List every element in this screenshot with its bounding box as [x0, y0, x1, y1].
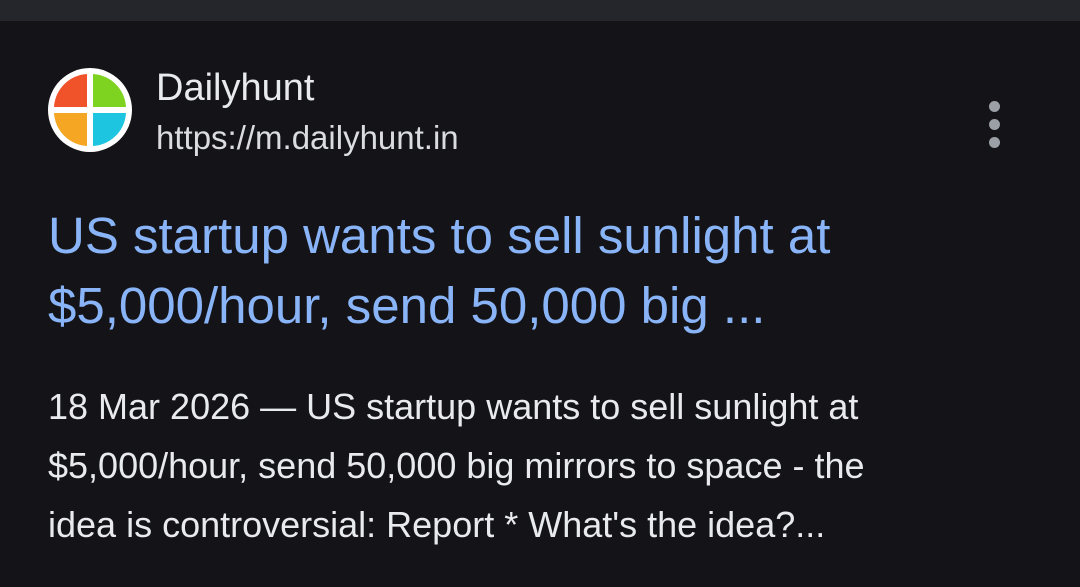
more-vert-icon [989, 101, 1000, 112]
snippet-line: $5,000/hour, send 50,000 big mirrors to … [48, 445, 865, 486]
result-title-link[interactable]: US startup wants to sell sunlight at $5,… [48, 201, 1038, 341]
more-vert-icon-dot [989, 119, 1000, 130]
top-divider [0, 0, 1080, 21]
site-url[interactable]: https://m.dailyhunt.in [156, 118, 459, 158]
snippet-line: 18 Mar 2026 — US startup wants to sell s… [48, 386, 859, 427]
snippet-line: idea is controversial: Report * What's t… [48, 504, 826, 545]
result-source-row[interactable]: Dailyhunt https://m.dailyhunt.in [48, 67, 1032, 159]
dailyhunt-logo-icon[interactable] [48, 68, 132, 152]
result-snippet: 18 Mar 2026 — US startup wants to sell s… [48, 377, 1048, 554]
more-vert-icon-dot [989, 137, 1000, 148]
site-name[interactable]: Dailyhunt [156, 66, 314, 110]
result-title-line[interactable]: US startup wants to sell sunlight at [48, 201, 1038, 271]
result-title-line[interactable]: $5,000/hour, send 50,000 big ... [48, 271, 1038, 341]
more-options-button[interactable] [976, 89, 1016, 161]
search-result-card: Dailyhunt https://m.dailyhunt.in US star… [0, 21, 1080, 587]
